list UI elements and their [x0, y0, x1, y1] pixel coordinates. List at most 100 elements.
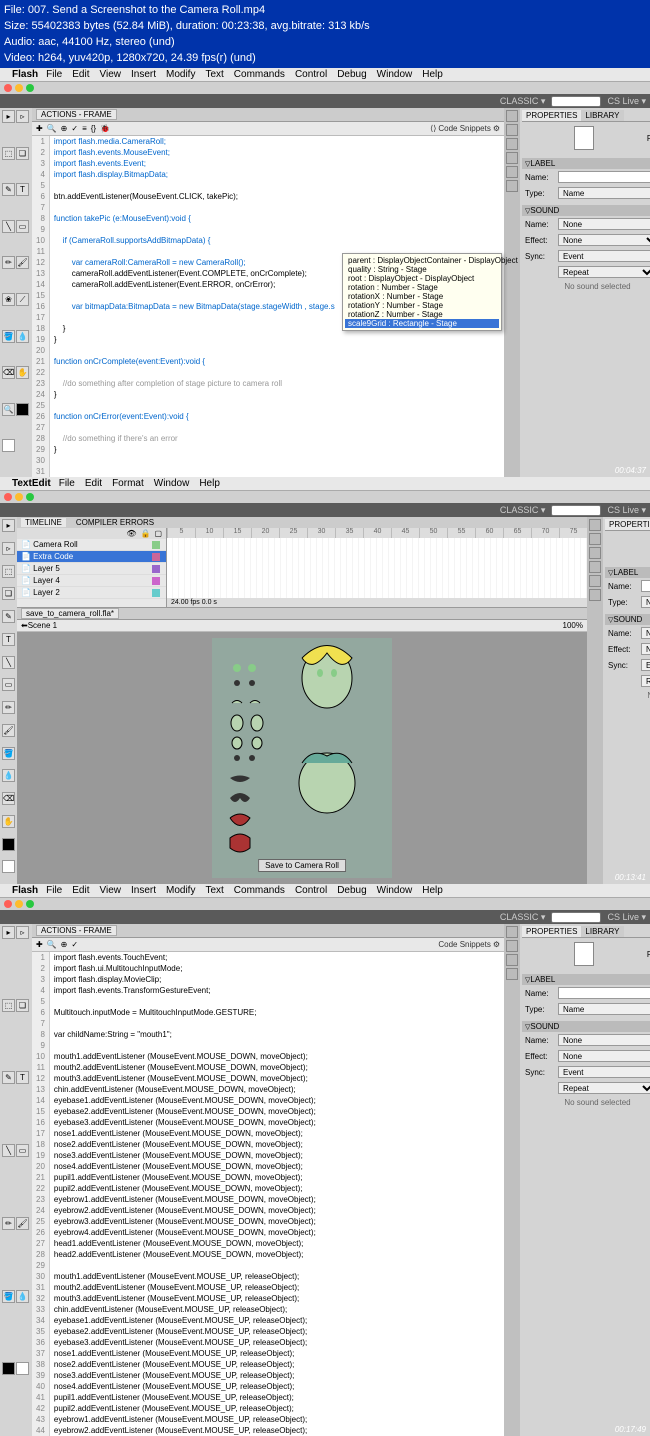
- dock-icon[interactable]: [506, 110, 518, 122]
- menu-edit[interactable]: Edit: [72, 69, 89, 80]
- eraser-tool[interactable]: ⌫: [2, 792, 15, 805]
- gear-icon[interactable]: ⚙: [493, 124, 500, 133]
- frames-column[interactable]: 51015202530354045505560657075 24.00 fps …: [167, 528, 587, 607]
- check-syntax-icon[interactable]: ✓: [71, 940, 78, 949]
- eyedropper-tool[interactable]: 💧: [16, 330, 29, 343]
- close-button[interactable]: [4, 84, 12, 92]
- frame-name-input[interactable]: [641, 580, 650, 592]
- code-hint-item[interactable]: parent : DisplayObjectContainer - Displa…: [345, 256, 499, 265]
- code-snippets-button[interactable]: Code Snippets⚙: [438, 940, 500, 949]
- paint-bucket-tool[interactable]: 🪣: [2, 1290, 15, 1303]
- menu-debug[interactable]: Debug: [337, 69, 366, 80]
- code-hint-item[interactable]: quality : String - Stage: [345, 265, 499, 274]
- dock-icon[interactable]: [589, 561, 601, 573]
- frame-cells[interactable]: [167, 538, 587, 598]
- menu-commands[interactable]: Commands: [234, 885, 285, 896]
- cslive-button[interactable]: CS Live ▾: [607, 912, 646, 923]
- sound-section-header[interactable]: SOUND: [605, 614, 650, 625]
- effect-select[interactable]: None: [558, 1050, 650, 1062]
- menu-window[interactable]: Window: [154, 478, 190, 489]
- subselection-tool[interactable]: ▹: [16, 926, 29, 939]
- scene-back-icon[interactable]: ⬅: [21, 621, 28, 630]
- label-section-header[interactable]: LABEL: [522, 974, 650, 985]
- dock-icon[interactable]: [589, 519, 601, 531]
- code-hint-item[interactable]: rotation : Number - Stage: [345, 283, 499, 292]
- actions-frame-tab[interactable]: ACTIONS - FRAME: [36, 925, 117, 936]
- sound-name-select[interactable]: None: [641, 627, 650, 639]
- frame-name-input[interactable]: [558, 171, 650, 183]
- text-tool[interactable]: T: [16, 1071, 29, 1084]
- target-icon[interactable]: ⊕: [61, 124, 68, 133]
- layer-row[interactable]: 📄 Layer 2: [17, 587, 166, 599]
- dock-icon[interactable]: [506, 138, 518, 150]
- pencil-tool[interactable]: ✏: [2, 256, 15, 269]
- dock-icon[interactable]: [506, 940, 518, 952]
- menu-text[interactable]: Text: [205, 885, 223, 896]
- menu-window[interactable]: Window: [377, 69, 413, 80]
- dock-icon[interactable]: [506, 926, 518, 938]
- code-text[interactable]: import flash.events.TouchEvent; import f…: [50, 952, 320, 1436]
- menu-control[interactable]: Control: [295, 885, 327, 896]
- rectangle-tool[interactable]: ▭: [2, 678, 15, 691]
- dock-icon[interactable]: [506, 968, 518, 980]
- stroke-swatch[interactable]: [2, 1362, 15, 1375]
- scene-name[interactable]: Scene 1: [28, 621, 57, 630]
- canvas[interactable]: Save to Camera Roll: [212, 638, 392, 878]
- show-hint-icon[interactable]: {}: [91, 124, 96, 133]
- stroke-swatch[interactable]: [16, 403, 29, 416]
- menu-insert[interactable]: Insert: [131, 885, 156, 896]
- code-hint-item[interactable]: root : DisplayObject - DisplayObject: [345, 274, 499, 283]
- stroke-swatch[interactable]: [2, 838, 15, 851]
- hand-tool[interactable]: ✋: [2, 815, 15, 828]
- menu-view[interactable]: View: [99, 885, 121, 896]
- menu-view[interactable]: View: [99, 69, 121, 80]
- dock-icon[interactable]: [506, 166, 518, 178]
- menu-help[interactable]: Help: [422, 69, 443, 80]
- properties-tab[interactable]: PROPERTIES: [522, 110, 581, 121]
- target-icon[interactable]: ⊕: [61, 940, 68, 949]
- layer-row[interactable]: 📄 Extra Code: [17, 551, 166, 563]
- sound-section-header[interactable]: SOUND: [522, 205, 650, 216]
- sound-name-select[interactable]: None: [558, 1034, 650, 1046]
- free-transform-tool[interactable]: ⬚: [2, 565, 15, 578]
- library-tab[interactable]: LIBRARY: [581, 926, 623, 937]
- menu-commands[interactable]: Commands: [234, 69, 285, 80]
- pencil-tool[interactable]: ✏: [2, 701, 15, 714]
- dock-icon[interactable]: [506, 152, 518, 164]
- layer-row[interactable]: 📄 Layer 4: [17, 575, 166, 587]
- minimize-button[interactable]: [15, 900, 23, 908]
- pencil-tool[interactable]: ✏: [2, 1217, 15, 1230]
- find-icon[interactable]: 🔍: [47, 124, 57, 133]
- text-tool[interactable]: T: [2, 633, 15, 646]
- layer-row[interactable]: 📄 Camera Roll: [17, 539, 166, 551]
- label-section-header[interactable]: LABEL: [605, 567, 650, 578]
- layer-row[interactable]: 📄 Layer 5: [17, 563, 166, 575]
- sync-select[interactable]: Event: [641, 659, 650, 671]
- menu-flash[interactable]: Flash: [12, 885, 38, 896]
- pen-tool[interactable]: ✎: [2, 183, 15, 196]
- line-tool[interactable]: ╲: [2, 1144, 15, 1157]
- lasso-tool[interactable]: ❏: [2, 587, 15, 600]
- properties-tab[interactable]: PROPERTIES: [522, 926, 581, 937]
- selection-tool[interactable]: ▸: [2, 926, 15, 939]
- stage-area[interactable]: Save to Camera Roll: [17, 632, 587, 884]
- close-button[interactable]: [4, 493, 12, 501]
- line-tool[interactable]: ╲: [2, 220, 15, 233]
- dock-icon[interactable]: [589, 575, 601, 587]
- dock-icon[interactable]: [589, 589, 601, 601]
- rectangle-tool[interactable]: ▭: [16, 1144, 29, 1157]
- menu-file[interactable]: File: [46, 885, 62, 896]
- minimize-button[interactable]: [15, 493, 23, 501]
- menu-edit[interactable]: Edit: [72, 885, 89, 896]
- search-input[interactable]: [551, 505, 601, 516]
- subselection-tool[interactable]: ▹: [16, 110, 29, 123]
- check-syntax-icon[interactable]: ✓: [71, 124, 78, 133]
- minimize-button[interactable]: [15, 84, 23, 92]
- brush-tool[interactable]: 🖌: [16, 1217, 29, 1230]
- dock-icon[interactable]: [506, 180, 518, 192]
- selection-tool[interactable]: ▸: [2, 519, 15, 532]
- sound-name-select[interactable]: None: [558, 218, 650, 230]
- fill-swatch[interactable]: [16, 1362, 29, 1375]
- search-input[interactable]: [551, 96, 601, 107]
- properties-tab[interactable]: PROPERTIES: [605, 519, 650, 530]
